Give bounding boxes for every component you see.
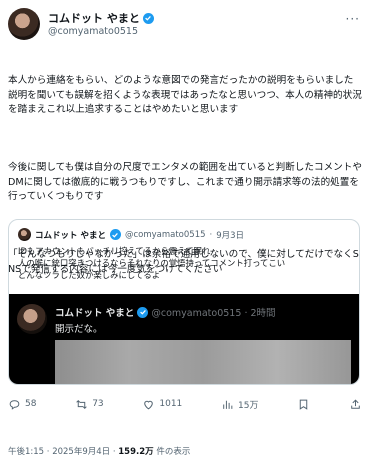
- tweet-header: コムドット やまと @comyamato0515 ···: [8, 8, 362, 42]
- post-time[interactable]: 午後1:15: [8, 447, 44, 457]
- bookmark-button[interactable]: [297, 398, 310, 411]
- quoted-media-screenshot[interactable]: コムドット やまと @comyamato0515 · 2時間 開示だな。: [9, 294, 359, 384]
- tweet: コムドット やまと @comyamato0515 ··· 本人から連絡をもらい、…: [0, 0, 370, 471]
- media-time: 2時間: [250, 308, 276, 319]
- verified-badge-icon: [142, 12, 154, 24]
- reply-icon: [9, 399, 20, 410]
- avatar[interactable]: [8, 8, 40, 40]
- quoted-line-2: 人の喉に銃口突きつけるならそれなりの覚悟持ってコメント打ってこい: [18, 258, 286, 268]
- quoted-date: 9月3日: [216, 230, 245, 241]
- author-name-row: コムドット やまと: [48, 10, 154, 26]
- quoted-line-3: どんなツラした奴か楽しみにしてるよ: [18, 270, 161, 280]
- retweet-count: 73: [92, 399, 104, 409]
- retweet-icon: [76, 399, 87, 409]
- views-count: 15万: [238, 400, 259, 411]
- bookmark-icon: [299, 399, 308, 410]
- bar-chart-icon: [223, 400, 233, 409]
- media-text: 開示だな。: [55, 324, 103, 335]
- post-date[interactable]: 2025年9月4日: [52, 447, 110, 457]
- media-avatar: [17, 304, 47, 334]
- retweet-button[interactable]: 73: [75, 398, 104, 411]
- share-icon: [351, 398, 360, 409]
- author-handle[interactable]: @comyamato0515: [48, 26, 138, 37]
- author-name[interactable]: コムドット やまと: [48, 10, 140, 26]
- like-button[interactable]: 1011: [142, 398, 182, 411]
- reply-count: 58: [25, 399, 37, 409]
- tweet-paragraph-1: 本人から連絡をもらい、どのような意図での発言だったかの説明をもらいました 説明を…: [8, 75, 362, 115]
- action-bar: 58 73 1011 15万: [8, 396, 362, 412]
- quoted-tweet-text: IDもアカウントもバッチリ控えてるから震えて眠れ 人の喉に銃口突きつけるならそれ…: [18, 245, 348, 281]
- view-count: 159.2万: [118, 447, 154, 457]
- like-count: 1011: [159, 399, 183, 409]
- more-options-icon[interactable]: ···: [346, 12, 360, 26]
- quoted-separator: ·: [209, 229, 213, 240]
- reply-button[interactable]: 58: [8, 398, 36, 411]
- media-author-handle: @comyamato0515: [151, 308, 242, 319]
- verified-badge-icon: [137, 306, 149, 318]
- views-button[interactable]: 15万: [221, 398, 258, 411]
- media-separator: ·: [244, 308, 248, 319]
- heart-icon: [144, 400, 154, 409]
- quoted-author-handle: @comyamato0515: [124, 229, 206, 240]
- blurred-content: [55, 340, 351, 384]
- tweet-footer: 午後1:15 · 2025年9月4日 · 159.2万 件の表示: [8, 445, 190, 457]
- tweet-paragraph-2: 今後に関しても僕は自分の尺度でエンタメの範囲を出ていると判断したコメントやDMに…: [8, 162, 362, 202]
- view-count-label: 件の表示: [156, 447, 191, 457]
- share-button[interactable]: [349, 398, 362, 411]
- quoted-line-1: IDもアカウントもバッチリ控えてるから震えて眠れ: [18, 246, 211, 256]
- verified-badge-icon: [109, 229, 121, 240]
- quoted-tweet[interactable]: コムドット やまと @comyamato0515 · 9月3日 IDもアカウント…: [8, 219, 360, 385]
- quoted-tweet-header: コムドット やまと @comyamato0515 · 9月3日: [18, 228, 244, 241]
- quoted-avatar: [18, 228, 31, 241]
- media-header: コムドット やまと @comyamato0515 · 2時間: [55, 305, 276, 319]
- media-author-name: コムドット やまと: [55, 308, 135, 319]
- quoted-author-name: コムドット やまと: [35, 230, 106, 241]
